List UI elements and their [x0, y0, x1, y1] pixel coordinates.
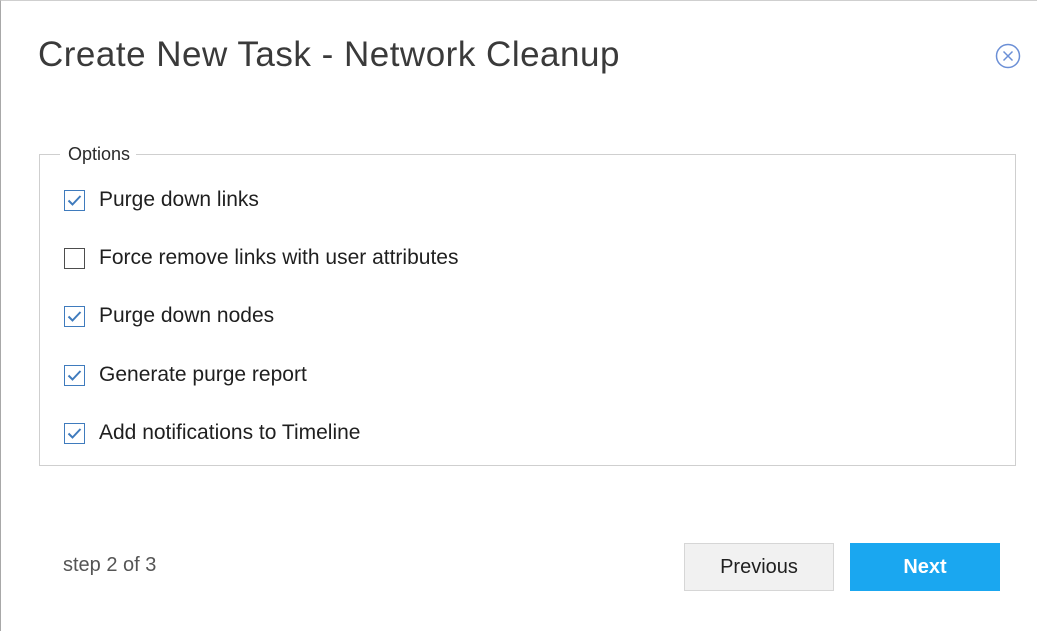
option-label: Add notifications to Timeline — [99, 421, 361, 444]
checkmark-icon — [67, 310, 82, 322]
previous-button[interactable]: Previous — [684, 543, 834, 591]
option-label: Purge down links — [99, 188, 259, 211]
options-legend: Options — [68, 144, 131, 164]
option-label: Purge down nodes — [99, 304, 275, 327]
option-purge-down-nodes[interactable]: Purge down nodes — [64, 303, 274, 329]
checkbox[interactable] — [64, 247, 85, 269]
checkmark-icon — [67, 369, 82, 381]
option-label: Force remove links with user attributes — [99, 246, 459, 269]
option-label: Generate purge report — [99, 363, 307, 386]
step-indicator: step 2 of 3 — [63, 554, 157, 576]
checkmark-icon — [67, 427, 82, 439]
option-add-notifications[interactable]: Add notifications to Timeline — [64, 420, 360, 446]
checkbox[interactable] — [64, 189, 85, 211]
checkmark-icon — [67, 194, 82, 206]
next-button[interactable]: Next — [850, 543, 1000, 591]
option-force-remove-links[interactable]: Force remove links with user attributes — [64, 245, 458, 271]
checkbox[interactable] — [64, 422, 85, 444]
option-purge-down-links[interactable]: Purge down links — [64, 187, 259, 213]
option-generate-purge-report[interactable]: Generate purge report — [64, 362, 307, 388]
create-task-dialog: Create New Task - Network Cleanup Option… — [0, 0, 1037, 631]
close-button[interactable] — [995, 43, 1021, 69]
checkbox[interactable] — [64, 364, 85, 386]
close-circle-icon — [995, 43, 1021, 69]
checkbox[interactable] — [64, 305, 85, 327]
dialog-title: Create New Task - Network Cleanup — [38, 35, 620, 74]
